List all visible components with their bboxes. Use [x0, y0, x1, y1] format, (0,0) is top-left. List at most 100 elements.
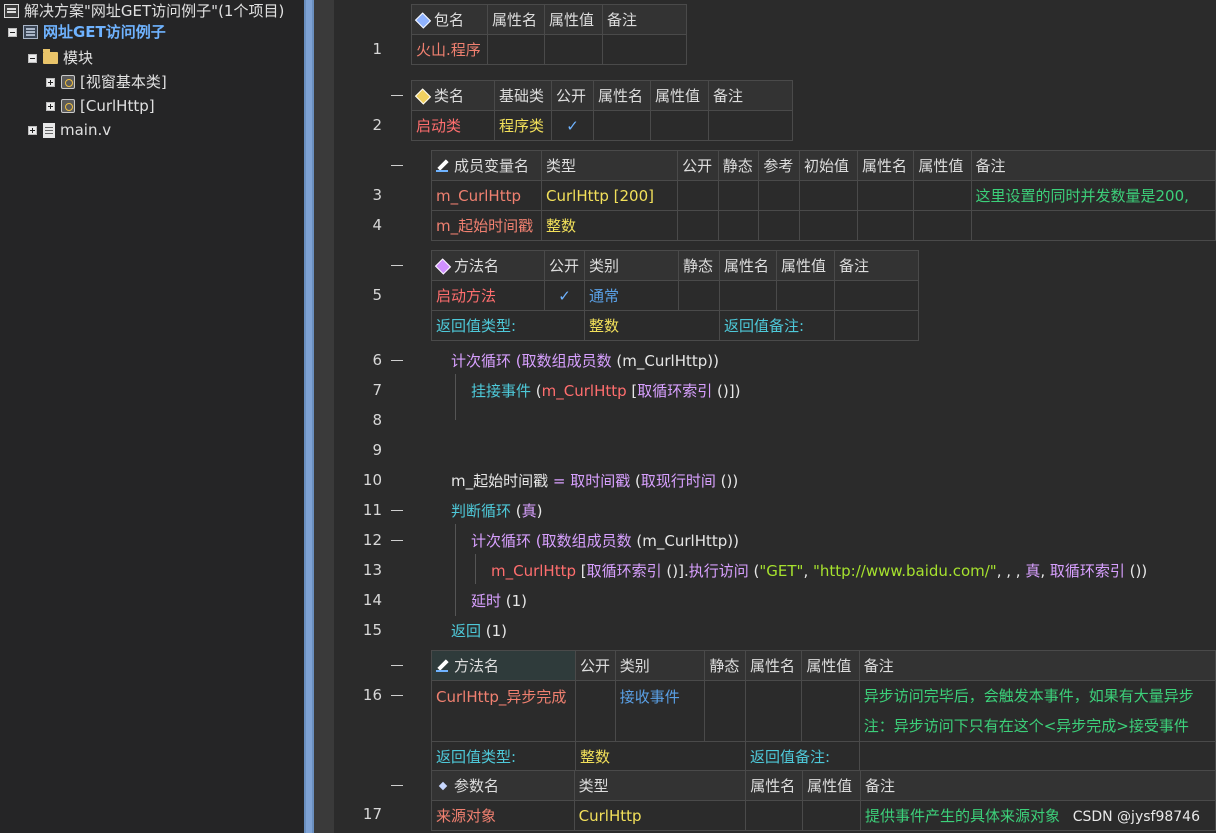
member-note-cell[interactable] [970, 210, 1216, 241]
line-number: 9 [372, 441, 382, 459]
fold-marker[interactable] [391, 265, 403, 266]
class-curlhttp-label: [CurlHttp] [80, 97, 155, 115]
code-line-6[interactable]: 计次循环 (取数组成员数 (m_CurlHttp)) [451, 350, 719, 371]
category-cell[interactable]: 通常 [584, 280, 679, 311]
empty-cell[interactable] [677, 210, 719, 241]
method-name-cell[interactable]: CurlHttp_异步完成 [431, 680, 576, 742]
tree-project[interactable]: 网址GET访问例子 [8, 20, 166, 44]
tree-file-main[interactable]: main.v [28, 118, 111, 142]
empty-cell[interactable] [798, 210, 858, 241]
fold-marker[interactable] [391, 95, 403, 96]
return-note-cell[interactable] [834, 310, 919, 341]
code-editor[interactable]: 1 2 3 4 5 6 7 8 9 10 11 12 13 14 15 16 1… [334, 0, 1216, 833]
expand-toggle-icon[interactable] [46, 77, 55, 87]
attr-name-header: 属性名 [856, 150, 915, 181]
code-line-7[interactable]: 挂接事件 (m_CurlHttp [取循环索引 ()]) [471, 380, 740, 401]
class-icon [61, 99, 75, 113]
empty-cell[interactable] [745, 800, 804, 831]
empty-cell[interactable] [801, 680, 860, 742]
collapse-toggle-icon[interactable] [28, 53, 37, 63]
empty-cell[interactable] [677, 180, 719, 211]
param-name-cell[interactable]: 来源对象 [431, 800, 575, 831]
return-type-cell[interactable]: 整数 [584, 310, 720, 341]
method-note-cell[interactable]: 异步访问完毕后，会触发本事件，如果有大量异步 注：异步访问下只有在这个<异步完成… [858, 680, 1216, 742]
empty-cell[interactable] [758, 180, 800, 211]
attr-value-header: 属性值 [802, 770, 862, 801]
package-name-cell[interactable]: 火山.程序 [411, 34, 488, 65]
empty-cell[interactable] [834, 280, 919, 311]
empty-cell[interactable] [798, 180, 858, 211]
fold-marker[interactable] [391, 695, 403, 696]
indent-guide [475, 554, 476, 584]
empty-cell[interactable] [650, 110, 709, 141]
note-line: 异步访问完毕后，会触发本事件，如果有大量异步 [863, 687, 1194, 705]
empty-cell[interactable] [678, 280, 720, 311]
empty-cell[interactable] [719, 280, 777, 311]
category-cell[interactable]: 接收事件 [614, 680, 706, 742]
empty-cell[interactable] [487, 34, 545, 65]
module-folder-label: 模块 [63, 49, 94, 67]
member-type-cell[interactable]: 整数 [541, 210, 679, 241]
code-line-12[interactable]: 计次循环 (取数组成员数 (m_CurlHttp)) [471, 530, 739, 551]
line-number: 15 [362, 621, 382, 639]
empty-cell[interactable] [856, 210, 915, 241]
public-checkmark[interactable]: ✓ [551, 110, 594, 141]
code-line-14[interactable]: 延时 (1) [471, 590, 527, 611]
solution-icon [4, 4, 19, 18]
static-header: 静态 [678, 250, 720, 281]
code-line-10[interactable]: m_起始时间戳 = 取时间戳 (取现行时间 ()) [451, 470, 738, 491]
table-row[interactable]: m_CurlHttp CurlHttp [200] 这里设置的同时并发数量是20… [430, 180, 1216, 211]
empty-cell[interactable] [717, 180, 760, 211]
member-note-cell[interactable]: 这里设置的同时并发数量是200, [970, 180, 1216, 211]
collapse-toggle-icon[interactable] [8, 27, 17, 37]
fold-marker[interactable] [391, 165, 403, 166]
line-number: 5 [372, 286, 382, 304]
return-note-cell[interactable] [858, 741, 1216, 772]
line-number: 3 [372, 186, 382, 204]
code-line-15[interactable]: 返回 (1) [451, 620, 507, 641]
empty-cell[interactable] [802, 800, 862, 831]
fold-marker[interactable] [391, 665, 403, 666]
tree-module-folder[interactable]: 模块 [28, 46, 93, 70]
tree-class-window[interactable]: [视窗基本类] [46, 70, 167, 94]
expand-toggle-icon[interactable] [46, 101, 55, 111]
class-name-cell[interactable]: 启动类 [411, 110, 495, 141]
empty-cell[interactable] [544, 34, 603, 65]
public-checkmark[interactable]: ✓ [544, 280, 585, 311]
empty-cell[interactable] [758, 210, 800, 241]
return-type-cell[interactable]: 整数 [574, 741, 746, 772]
empty-cell[interactable] [856, 180, 915, 211]
empty-cell[interactable] [744, 680, 803, 742]
return-type-label: 返回值类型: [431, 310, 585, 341]
base-class-cell[interactable]: 程序类 [494, 110, 552, 141]
member-name-cell[interactable]: m_CurlHttp [430, 180, 543, 211]
member-type-cell[interactable]: CurlHttp [200] [541, 180, 679, 211]
code-line-13[interactable]: m_CurlHttp [取循环索引 ()].执行访问 ("GET", "http… [491, 560, 1147, 581]
empty-cell[interactable] [913, 180, 972, 211]
empty-cell[interactable] [602, 34, 687, 65]
member-name-cell[interactable]: m_起始时间戳 [430, 210, 543, 241]
attr-value-header: 属性值 [544, 4, 603, 35]
fold-marker[interactable] [391, 785, 403, 786]
empty-cell[interactable] [776, 280, 835, 311]
table-row[interactable]: m_起始时间戳 整数 [430, 210, 1216, 241]
static-header: 静态 [717, 150, 760, 181]
empty-cell[interactable] [708, 110, 793, 141]
empty-cell[interactable] [913, 210, 972, 241]
fold-marker[interactable] [391, 540, 403, 541]
method-name-cell[interactable]: 启动方法 [431, 280, 545, 311]
fold-marker[interactable] [391, 360, 403, 361]
empty-cell[interactable] [593, 110, 651, 141]
expand-toggle-icon[interactable] [28, 125, 37, 135]
tree-class-curlhttp[interactable]: [CurlHttp] [46, 94, 155, 118]
fold-marker[interactable] [391, 510, 403, 511]
panel-splitter[interactable] [304, 0, 314, 833]
method-name-header: 方法名 [431, 650, 576, 681]
param-type-cell[interactable]: CurlHttp [573, 800, 747, 831]
code-line-11[interactable]: 判断循环 (真) [451, 500, 543, 521]
line-number: 11 [362, 501, 382, 519]
empty-cell[interactable] [574, 680, 616, 742]
attr-name-header: 属性名 [744, 650, 803, 681]
empty-cell[interactable] [717, 210, 760, 241]
empty-cell[interactable] [704, 680, 746, 742]
